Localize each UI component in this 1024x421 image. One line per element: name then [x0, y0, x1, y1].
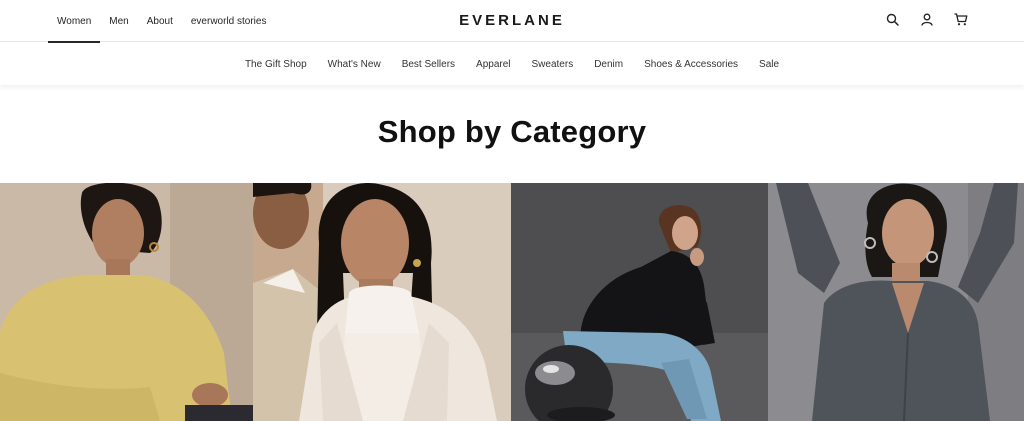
nav-women[interactable]: Women: [48, 0, 101, 43]
category-tile-1[interactable]: [0, 183, 253, 421]
account-icon[interactable]: [919, 12, 934, 27]
primary-nav: Women Men About everworld stories: [48, 0, 276, 43]
category-tile-4[interactable]: [768, 183, 1024, 421]
category-sale[interactable]: Sale: [759, 59, 779, 70]
header-icons: [885, 12, 968, 27]
nav-about[interactable]: About: [138, 0, 182, 42]
tile-3-image: [511, 183, 768, 421]
category-whats-new[interactable]: What's New: [328, 59, 381, 70]
category-apparel[interactable]: Apparel: [476, 59, 510, 70]
cart-icon[interactable]: [953, 12, 968, 27]
category-sweaters[interactable]: Sweaters: [532, 59, 574, 70]
category-tile-3[interactable]: [511, 183, 768, 421]
category-gift-shop[interactable]: The Gift Shop: [245, 59, 307, 70]
category-shoes-accessories[interactable]: Shoes & Accessories: [644, 59, 738, 70]
category-tiles: [0, 183, 1024, 421]
nav-men[interactable]: Men: [100, 0, 137, 42]
top-bar: Women Men About everworld stories EVERLA…: [0, 0, 1024, 43]
page-title: Shop by Category: [377, 114, 647, 149]
nav-everworld-stories[interactable]: everworld stories: [182, 0, 276, 42]
tile-1-image: [0, 183, 253, 421]
brand-logo[interactable]: EVERLANE: [459, 12, 565, 29]
category-nav: The Gift Shop What's New Best Sellers Ap…: [0, 43, 1024, 85]
tile-4-image: [768, 183, 1024, 421]
category-tile-2[interactable]: [253, 183, 511, 421]
tile-2-image: [253, 183, 511, 421]
category-denim[interactable]: Denim: [594, 59, 623, 70]
search-icon[interactable]: [885, 12, 900, 27]
category-best-sellers[interactable]: Best Sellers: [402, 59, 455, 70]
